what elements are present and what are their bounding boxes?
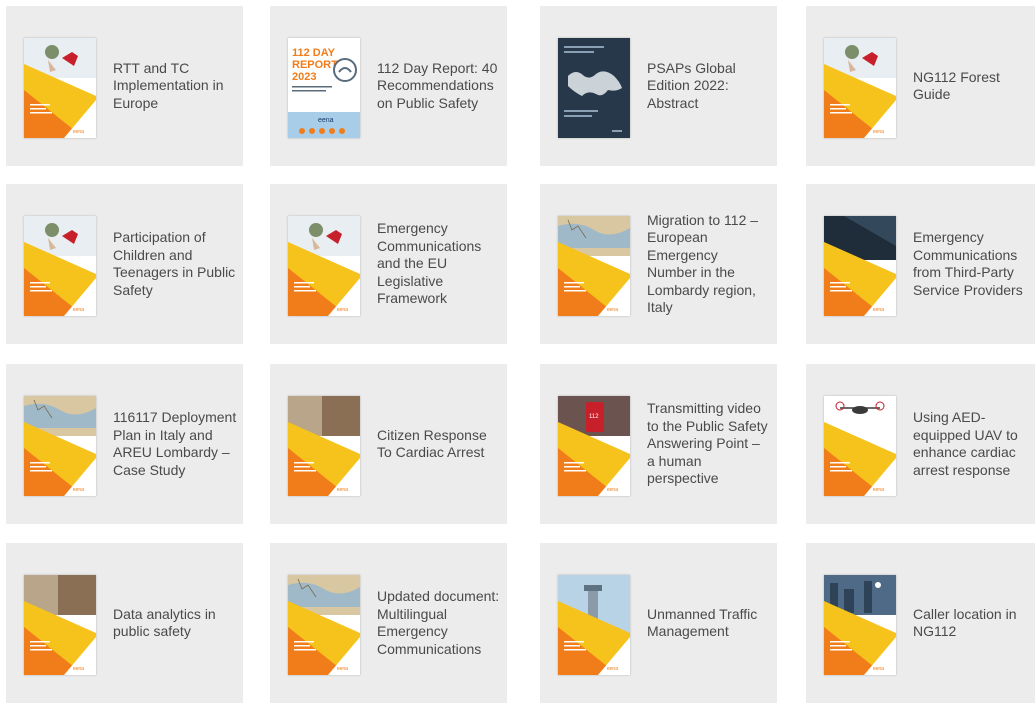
publication-title[interactable]: Migration to 112 – European Emergency Nu… — [647, 184, 771, 344]
report-cover-thumbnail[interactable]: eena — [24, 575, 96, 675]
svg-text:REPORT: REPORT — [292, 59, 338, 71]
report-cover-thumbnail[interactable]: eena — [24, 216, 96, 316]
report-cover-icon: eena — [288, 396, 360, 496]
svg-text:eena: eena — [607, 487, 618, 493]
report-cover-icon: eena — [558, 216, 630, 316]
svg-text:eena: eena — [873, 487, 884, 493]
svg-text:eena: eena — [337, 307, 348, 313]
publication-card[interactable]: PSAPs Global Edition 2022: Abstract — [540, 6, 777, 166]
publication-card[interactable]: eena Unmanned Traffic Management — [540, 543, 777, 703]
report-cover-icon: 112 DAY REPORT 2023 eena — [288, 38, 360, 138]
report-cover-icon: eena — [824, 216, 896, 316]
report-cover-thumbnail[interactable]: eena — [824, 396, 896, 496]
report-cover-thumbnail[interactable]: eena — [824, 575, 896, 675]
report-cover-thumbnail[interactable]: eena — [824, 38, 896, 138]
report-cover-thumbnail[interactable]: eena — [288, 396, 360, 496]
svg-text:eena: eena — [73, 666, 84, 672]
publication-title[interactable]: Unmanned Traffic Management — [647, 543, 771, 703]
publication-title[interactable]: Data analytics in public safety — [113, 543, 237, 703]
svg-text:eena: eena — [318, 117, 334, 124]
svg-text:eena: eena — [337, 666, 348, 672]
publication-card[interactable]: eena Citizen Response To Cardiac Arrest — [270, 364, 507, 524]
publications-grid: eena RTT and TC Implementation in Europe … — [0, 0, 1035, 703]
publication-card[interactable]: eena Caller location in NG112 — [806, 543, 1035, 703]
publication-card[interactable]: eena Using AED-equipped UAV to enhance ca… — [806, 364, 1035, 524]
svg-text:eena: eena — [337, 487, 348, 493]
report-cover-icon: eena — [24, 38, 96, 138]
publication-card[interactable]: eena Updated document: Multilingual Emerg… — [270, 543, 507, 703]
report-cover-thumbnail[interactable]: eena — [558, 216, 630, 316]
report-cover-thumbnail[interactable]: 112 eena — [558, 396, 630, 496]
report-cover-thumbnail[interactable]: eena — [558, 575, 630, 675]
svg-text:eena: eena — [873, 307, 884, 313]
publication-card[interactable]: eena NG112 Forest Guide — [806, 6, 1035, 166]
svg-text:112 DAY: 112 DAY — [292, 47, 336, 59]
svg-text:eena: eena — [873, 666, 884, 672]
publication-title[interactable]: PSAPs Global Edition 2022: Abstract — [647, 6, 771, 166]
publication-title[interactable]: Using AED-equipped UAV to enhance cardia… — [913, 364, 1035, 524]
svg-text:2023: 2023 — [292, 71, 316, 83]
publication-card[interactable]: eena 116117 Deployment Plan in Italy and … — [6, 364, 243, 524]
report-cover-thumbnail[interactable]: eena — [288, 216, 360, 316]
report-cover-icon: eena — [288, 575, 360, 675]
svg-text:112: 112 — [589, 414, 599, 420]
publication-title[interactable]: 112 Day Report: 40 Recommendations on Pu… — [377, 6, 501, 166]
report-cover-thumbnail[interactable]: eena — [24, 396, 96, 496]
publication-title[interactable]: Citizen Response To Cardiac Arrest — [377, 364, 501, 524]
publication-card[interactable]: eena RTT and TC Implementation in Europe — [6, 6, 243, 166]
report-cover-thumbnail[interactable] — [558, 38, 630, 138]
svg-text:eena: eena — [73, 307, 84, 313]
report-cover-icon: 112 eena — [558, 396, 630, 496]
publication-card[interactable]: eena Emergency Communications and the EU … — [270, 184, 507, 344]
publication-title[interactable]: 116117 Deployment Plan in Italy and AREU… — [113, 364, 237, 524]
report-cover-icon: eena — [24, 396, 96, 496]
publication-title[interactable]: Updated document: Multilingual Emergency… — [377, 543, 501, 703]
publication-title[interactable]: Participation of Children and Teenagers … — [113, 184, 237, 344]
svg-text:eena: eena — [607, 666, 618, 672]
report-cover-icon: eena — [558, 575, 630, 675]
svg-text:eena: eena — [873, 129, 884, 135]
report-cover-icon: eena — [824, 396, 896, 496]
publication-card[interactable]: eena Participation of Children and Teenag… — [6, 184, 243, 344]
publication-card[interactable]: 112 eena Transmitting video to the Public… — [540, 364, 777, 524]
svg-text:eena: eena — [73, 129, 84, 135]
report-cover-icon: eena — [24, 575, 96, 675]
report-cover-icon: eena — [824, 38, 896, 138]
publication-card[interactable]: eena Data analytics in public safety — [6, 543, 243, 703]
report-cover-icon: eena — [24, 216, 96, 316]
publication-title[interactable]: RTT and TC Implementation in Europe — [113, 6, 237, 166]
publication-title[interactable]: NG112 Forest Guide — [913, 6, 1035, 166]
report-cover-icon: eena — [824, 575, 896, 675]
publication-card[interactable]: 112 DAY REPORT 2023 eena 112 Day Report:… — [270, 6, 507, 166]
publication-title[interactable]: Emergency Communications and the EU Legi… — [377, 184, 501, 344]
report-cover-thumbnail[interactable]: 112 DAY REPORT 2023 eena — [288, 38, 360, 138]
publication-card[interactable]: eena Emergency Communications from Third-… — [806, 184, 1035, 344]
publication-card[interactable]: eena Migration to 112 – European Emergenc… — [540, 184, 777, 344]
report-cover-icon — [558, 38, 630, 138]
publication-title[interactable]: Transmitting video to the Public Safety … — [647, 364, 771, 524]
publication-title[interactable]: Caller location in NG112 — [913, 543, 1035, 703]
publication-title[interactable]: Emergency Communications from Third-Part… — [913, 184, 1035, 344]
report-cover-thumbnail[interactable]: eena — [824, 216, 896, 316]
svg-text:eena: eena — [73, 487, 84, 493]
svg-text:eena: eena — [607, 307, 618, 313]
report-cover-thumbnail[interactable]: eena — [288, 575, 360, 675]
report-cover-thumbnail[interactable]: eena — [24, 38, 96, 138]
report-cover-icon: eena — [288, 216, 360, 316]
